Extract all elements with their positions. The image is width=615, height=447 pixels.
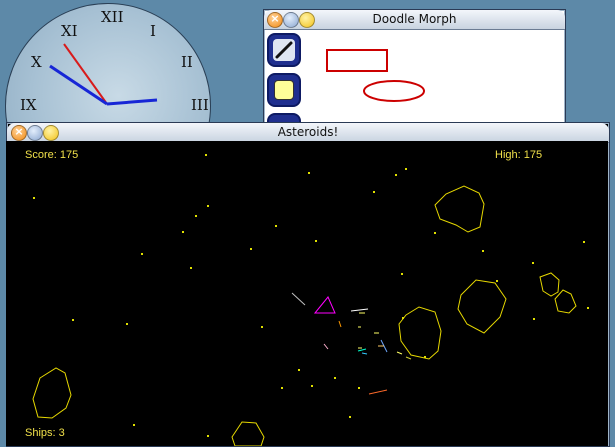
doodle-canvas[interactable] — [299, 32, 559, 132]
star — [33, 197, 35, 199]
clock-minute-hand — [106, 98, 158, 106]
doodle-rectangle — [326, 49, 388, 72]
doodle-titlebar[interactable]: × Doodle Morph — [264, 10, 565, 30]
star — [334, 377, 336, 379]
clock-hour-hand — [49, 64, 108, 106]
pen-tool-button[interactable] — [267, 33, 301, 67]
asteroids-titlebar[interactable]: × Asteroids! — [7, 123, 609, 143]
clock-second-hand — [63, 43, 108, 105]
star — [141, 253, 143, 255]
star — [533, 318, 535, 320]
debris — [361, 352, 368, 355]
asteroids-title: Asteroids! — [277, 125, 339, 139]
star — [190, 267, 192, 269]
star — [72, 319, 74, 321]
star — [395, 174, 397, 176]
doodle-title: Doodle Morph — [372, 12, 457, 26]
star — [532, 262, 534, 264]
star — [182, 231, 184, 233]
debris — [405, 356, 412, 360]
asteroid — [434, 185, 485, 233]
asteroids-game-canvas[interactable]: Score: 175 High: 175 Ships: 3 — [6, 141, 608, 446]
star — [298, 369, 300, 371]
star — [358, 387, 360, 389]
star — [315, 240, 317, 242]
star — [311, 385, 313, 387]
debris — [338, 320, 342, 328]
debris — [357, 348, 367, 352]
star — [126, 323, 128, 325]
star — [205, 154, 207, 156]
debris — [368, 389, 388, 395]
star — [373, 191, 375, 193]
asteroid — [539, 272, 560, 297]
debris — [291, 292, 306, 306]
star — [434, 232, 436, 234]
asteroid — [398, 306, 442, 360]
doodle-morph-window: × Doodle Morph — [263, 9, 566, 137]
asteroid — [32, 367, 72, 419]
star — [261, 326, 263, 328]
star — [496, 280, 498, 282]
debris — [396, 351, 403, 355]
star — [405, 168, 407, 170]
star — [207, 205, 209, 207]
pen-icon — [273, 39, 295, 61]
filled-rectangle-icon — [274, 80, 294, 100]
player-ship — [313, 296, 336, 314]
doodle-ellipse — [363, 80, 425, 102]
rectangle-tool-button[interactable] — [267, 73, 301, 107]
star — [281, 387, 283, 389]
asteroid — [457, 279, 507, 334]
star — [401, 273, 403, 275]
star — [587, 307, 589, 309]
game-field — [32, 154, 589, 446]
asteroid — [231, 421, 265, 446]
star — [195, 215, 197, 217]
star — [482, 250, 484, 252]
star — [250, 248, 252, 250]
debris — [350, 308, 369, 312]
starfield — [33, 154, 589, 437]
asteroid — [554, 289, 577, 314]
star — [275, 225, 277, 227]
star — [133, 424, 135, 426]
star — [583, 241, 585, 243]
star — [207, 435, 209, 437]
debris — [323, 343, 329, 350]
star — [349, 416, 351, 418]
star — [308, 172, 310, 174]
